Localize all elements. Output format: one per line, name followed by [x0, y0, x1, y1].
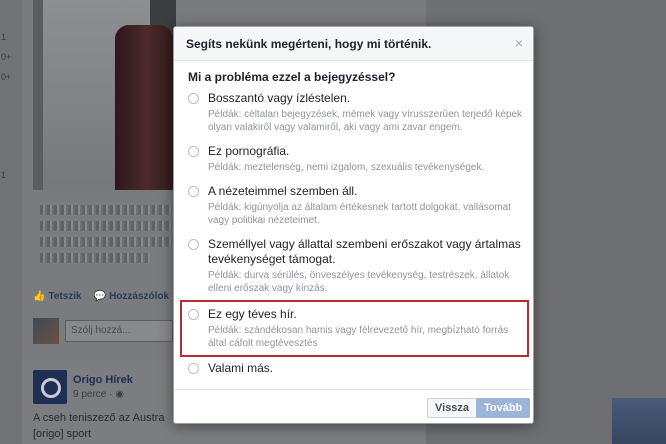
- like-button[interactable]: 👍 Tetszik: [33, 291, 82, 302]
- radio-button[interactable]: [188, 186, 199, 197]
- option-annoying[interactable]: Bosszantó vagy ízléstelen. Példák: célta…: [188, 91, 524, 134]
- radio-button[interactable]: [188, 363, 199, 374]
- post-timestamp: 9 perce · ◉: [73, 389, 124, 400]
- post-actions: 👍 Tetszik 💬 Hozzászólok: [33, 291, 169, 302]
- option-label: Bosszantó vagy ízléstelen.: [208, 91, 351, 105]
- radio-button[interactable]: [188, 309, 199, 320]
- comment-label: Hozzászólok: [109, 291, 170, 302]
- option-description: Példák: durva sérülés, önveszélyes tevék…: [208, 270, 510, 294]
- next-button[interactable]: Tovább: [476, 398, 531, 418]
- option-description: Példák: céltalan bejegyzések, mémek vagy…: [208, 109, 523, 133]
- right-sidebar: [535, 0, 666, 444]
- close-icon[interactable]: ×: [515, 35, 523, 51]
- edge-count: 0+: [1, 52, 12, 62]
- comment-button[interactable]: 💬 Hozzászólok: [94, 291, 169, 302]
- post-time-text: 9 perce ·: [73, 389, 116, 400]
- radio-button[interactable]: [188, 239, 199, 250]
- option-label: Ez pornográfia.: [208, 144, 290, 158]
- dialog-header: Segíts nekünk megérteni, hogy mi történi…: [174, 27, 533, 61]
- option-description: Példák: meztelenség, nemi izgalom, szexu…: [208, 162, 485, 173]
- blurred-text: [40, 205, 172, 215]
- blurred-text: [40, 253, 150, 263]
- report-dialog: Segíts nekünk megérteni, hogy mi történi…: [173, 26, 534, 424]
- option-other[interactable]: Valami más.: [188, 361, 524, 376]
- footer-divider: [174, 389, 533, 390]
- post-text: A cseh teniszező az Austra: [33, 412, 165, 424]
- option-label: Ez egy téves hír.: [208, 307, 297, 321]
- option-label: Valami más.: [208, 361, 274, 375]
- edge-count: 1: [1, 170, 7, 180]
- globe-icon: ◉: [115, 389, 124, 400]
- chat-thumbnail[interactable]: [612, 398, 666, 444]
- edge-count: 0+: [1, 72, 12, 82]
- option-fake-news[interactable]: Ez egy téves hír. Példák: szándékosan ha…: [188, 307, 524, 350]
- option-pornography[interactable]: Ez pornográfia. Példák: meztelenség, nem…: [188, 144, 524, 174]
- comment-composer: Szólj hozzá...: [33, 316, 173, 346]
- edge-count: 1: [1, 32, 7, 42]
- thumbs-up-icon: 👍: [33, 291, 46, 302]
- option-description: Példák: kigúnyolja az általam értékesnek…: [208, 202, 511, 226]
- origo-logo-icon[interactable]: [33, 370, 67, 404]
- back-button[interactable]: Vissza: [427, 398, 478, 418]
- post-source[interactable]: [origo] sport: [33, 428, 91, 440]
- blurred-text: [40, 237, 172, 247]
- like-label: Tetszik: [48, 291, 82, 302]
- option-description: Példák: szándékosan hamis vagy félreveze…: [208, 325, 509, 349]
- left-edge-column: 1 0+ 0+ 1: [0, 0, 22, 444]
- comment-input[interactable]: Szólj hozzá...: [65, 320, 173, 342]
- option-violence[interactable]: Személlyel vagy állattal szembeni erősza…: [188, 237, 524, 295]
- option-against-views[interactable]: A nézeteimmel szemben áll. Példák: kigún…: [188, 184, 524, 227]
- dialog-title: Segíts nekünk megérteni, hogy mi történi…: [186, 37, 432, 51]
- wine-bottle-image: [115, 25, 173, 190]
- option-label: A nézeteimmel szemben áll.: [208, 184, 358, 198]
- avatar: [33, 318, 59, 344]
- blurred-text: [40, 221, 172, 231]
- option-label: Személlyel vagy állattal szembeni erősza…: [208, 237, 521, 266]
- question-heading: Mi a probléma ezzel a bejegyzéssel?: [188, 70, 396, 84]
- radio-button[interactable]: [188, 146, 199, 157]
- speech-bubble-icon: 💬: [93, 291, 107, 302]
- post-author[interactable]: Origo Hírek: [73, 374, 133, 386]
- radio-button[interactable]: [188, 93, 199, 104]
